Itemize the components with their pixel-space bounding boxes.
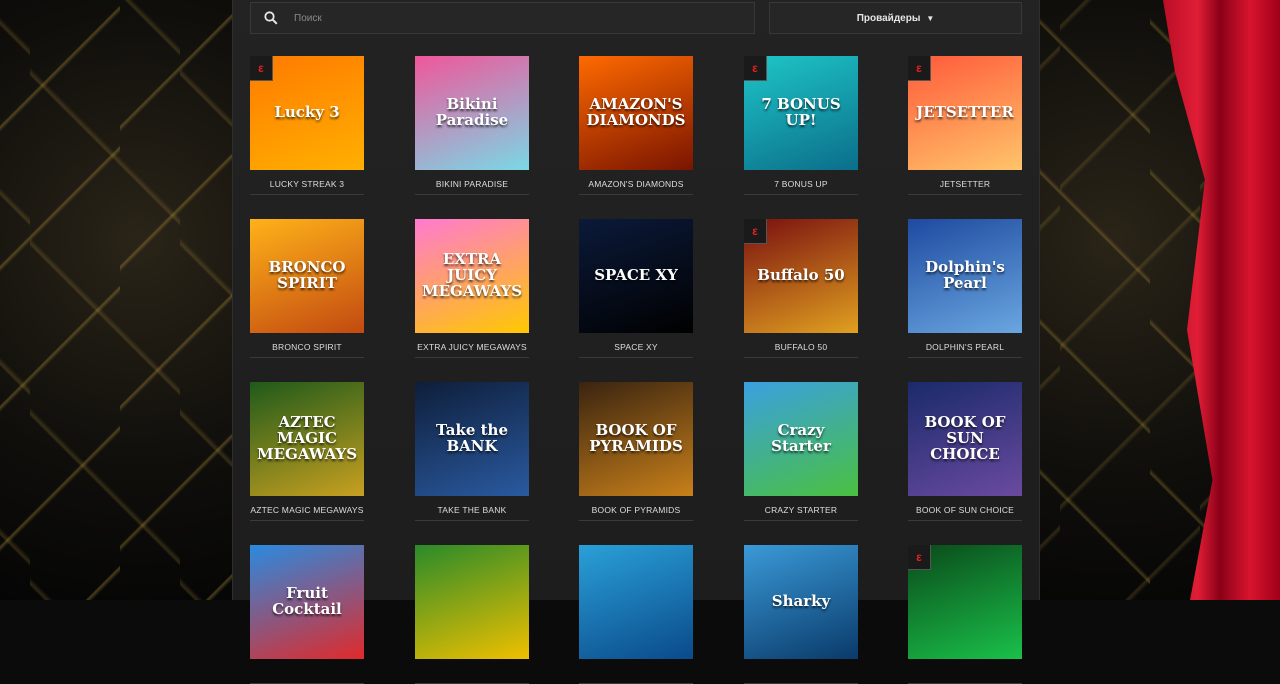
game-thumbnail[interactable]: SPACE XY [579,219,693,333]
provider-badge-icon: ε [908,56,931,81]
game-tile[interactable] [579,545,693,684]
game-title: AMAZON'S DIAMONDS [588,179,684,189]
game-title: JETSETTER [939,179,991,189]
game-title: BRONCO SPIRIT [272,342,342,352]
game-thumbnail[interactable]: Take the BANK [415,382,529,496]
game-thumbnail[interactable]: Buffalo 50 ε [744,219,858,333]
divider [579,520,693,521]
game-tile[interactable]: Take the BANK TAKE THE BANK [415,382,529,521]
game-logo-text: AMAZON'S DIAMONDS [586,95,686,129]
game-tile[interactable]: JETSETTER ε JETSETTER [908,56,1022,195]
divider [579,194,693,195]
game-thumbnail[interactable]: BOOK OF PYRAMIDS [579,382,693,496]
game-thumbnail[interactable]: AMAZON'S DIAMONDS [579,56,693,170]
game-thumbnail[interactable]: Dolphin's Pearl [908,219,1022,333]
game-title: BUFFALO 50 [774,342,828,352]
game-title: LUCKY STREAK 3 [269,179,345,189]
game-catalog: Провайдеры ▼ Lucky 3εLUCKY STREAK 3Bikin… [232,0,1040,684]
game-logo-text: Dolphin's Pearl [925,258,1005,292]
game-tile[interactable]: AZTEC MAGIC MEGAWAYS AZTEC MAGIC MEGAWAYS [250,382,364,521]
game-thumbnail[interactable]: ε [908,545,1022,659]
game-thumbnail[interactable]: BOOK OF SUN CHOICE [908,382,1022,496]
provider-badge-icon: ε [908,545,931,570]
game-thumbnail[interactable]: Bikini Paradise [415,56,529,170]
game-thumbnail[interactable]: Crazy Starter [744,382,858,496]
divider [744,357,858,358]
game-logo-text: Fruit Cocktail [272,584,342,618]
game-grid: Lucky 3 ε LUCKY STREAK 3 Bikini Paradise BIK… [233,0,1039,684]
game-thumbnail[interactable]: EXTRA JUICY MEGAWAYS [415,219,529,333]
divider [250,357,364,358]
game-thumbnail[interactable] [415,545,529,659]
game-tile[interactable] [415,545,529,684]
game-logo-text: 7 BONUS UP! [761,95,841,129]
game-tile[interactable]: EXTRA JUICY MEGAWAYS EXTRA JUICY MEGAWAYS [415,219,529,358]
provider-badge-icon: ε [744,219,767,244]
game-logo-text: Bikini Paradise [435,95,509,129]
game-logo-text: Lucky 3 [274,103,340,122]
game-thumbnail[interactable]: BRONCO SPIRIT [250,219,364,333]
divider [250,520,364,521]
divider [908,520,1022,521]
game-tile[interactable]: Buffalo 50 ε BUFFALO 50 [744,219,858,358]
provider-badge-icon: ε [744,56,767,81]
game-title: TAKE THE BANK [437,505,507,515]
background-left [0,0,232,600]
divider [415,194,529,195]
game-title: 7 BONUS UP [774,179,828,189]
game-title: SPACE XY [614,342,658,352]
game-tile[interactable]: Bikini Paradise BIKINI PARADISE [415,56,529,195]
game-tile[interactable]: BOOK OF PYRAMIDS BOOK OF PYRAMIDS [579,382,693,521]
game-thumbnail[interactable]: JETSETTER ε [908,56,1022,170]
game-tile[interactable]: AMAZON'S DIAMONDS AMAZON'S DIAMONDS [579,56,693,195]
game-logo-text: EXTRA JUICY MEGAWAYS [421,250,523,300]
game-thumbnail[interactable] [579,545,693,659]
game-thumbnail[interactable]: AZTEC MAGIC MEGAWAYS [250,382,364,496]
game-tile[interactable]: Fruit Cocktail [250,545,364,684]
divider [908,357,1022,358]
game-title: DOLPHIN'S PEARL [925,342,1005,352]
game-logo-text: SPACE XY [594,266,678,285]
game-thumbnail[interactable]: 7 BONUS UP! ε [744,56,858,170]
game-tile[interactable]: SPACE XY SPACE XY [579,219,693,358]
game-logo-text: Crazy Starter [771,421,831,455]
game-title: EXTRA JUICY MEGAWAYS [417,342,527,352]
game-title: BOOK OF SUN CHOICE [915,505,1015,515]
divider [744,194,858,195]
game-logo-text: BOOK OF SUN CHOICE [924,413,1006,463]
game-thumbnail[interactable]: Lucky 3 ε [250,56,364,170]
game-logo-text: Sharky [771,592,831,611]
game-tile[interactable]: BOOK OF SUN CHOICE BOOK OF SUN CHOICE [908,382,1022,521]
game-logo-text: Take the BANK [436,421,508,455]
game-tile[interactable]: Dolphin's Pearl DOLPHIN'S PEARL [908,219,1022,358]
game-title: BOOK OF PYRAMIDS [591,505,681,515]
game-logo-text: Buffalo 50 [757,266,845,285]
divider [744,520,858,521]
game-title: AZTEC MAGIC MEGAWAYS [250,505,364,515]
divider [415,520,529,521]
game-tile[interactable]: Lucky 3 ε LUCKY STREAK 3 [250,56,364,195]
game-tile[interactable]: Crazy Starter CRAZY STARTER [744,382,858,521]
game-tile[interactable]: 7 BONUS UP! ε 7 BONUS UP [744,56,858,195]
game-thumbnail[interactable]: Sharky [744,545,858,659]
provider-badge-icon: ε [250,56,273,81]
game-tile[interactable]: ε [908,545,1022,684]
game-logo-text: BRONCO SPIRIT [268,258,346,292]
game-tile[interactable]: BRONCO SPIRIT BRONCO SPIRIT [250,219,364,358]
divider [250,194,364,195]
game-logo-text: BOOK OF PYRAMIDS [589,421,683,455]
game-tile[interactable]: Sharky [744,545,858,684]
divider [579,357,693,358]
game-title: CRAZY STARTER [764,505,838,515]
game-thumbnail[interactable]: Fruit Cocktail [250,545,364,659]
divider [908,194,1022,195]
game-logo-text: AZTEC MAGIC MEGAWAYS [256,413,358,463]
game-title: BIKINI PARADISE [435,179,509,189]
game-logo-text: JETSETTER [916,103,1014,122]
divider [415,357,529,358]
